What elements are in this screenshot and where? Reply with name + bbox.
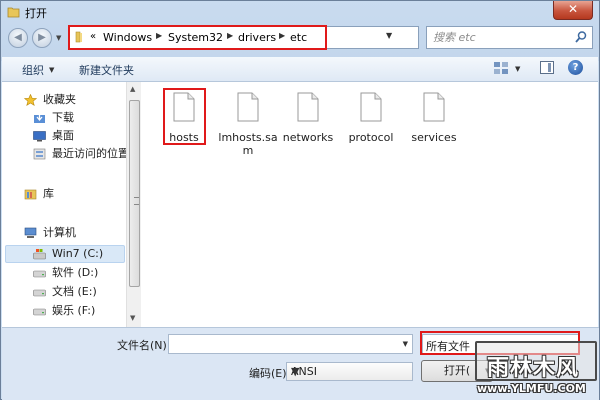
scroll-grip-icon [134, 197, 139, 205]
drive-icon [33, 308, 46, 316]
search-box[interactable] [426, 26, 593, 49]
open-folder-icon [7, 7, 20, 18]
filter-highlight-box [420, 331, 580, 355]
hosts-highlight-box [163, 88, 206, 145]
title-bar[interactable]: 打开 ✕ [1, 1, 599, 23]
file-name: services [411, 131, 457, 144]
scroll-thumb[interactable] [129, 100, 140, 287]
file-list-area[interactable]: hosts lmhosts.sam networks protocol serv… [141, 82, 598, 327]
forward-arrow-icon: ▶ [38, 32, 46, 43]
file-item-protocol[interactable]: protocol [340, 92, 402, 144]
file-icon [423, 92, 445, 122]
drive-icon [33, 270, 46, 278]
desktop-icon [33, 131, 46, 142]
library-icon [24, 189, 37, 200]
sidebar-label: 收藏夹 [43, 93, 76, 106]
sidebar-item-label: 最近访问的位置 [52, 147, 129, 160]
sidebar-item-label: Win7 (C:) [52, 247, 104, 260]
download-folder-icon [34, 113, 45, 123]
file-icon [237, 92, 259, 122]
close-button[interactable]: ✕ [553, 1, 593, 20]
scroll-up-icon[interactable]: ▲ [130, 85, 135, 93]
preview-pane-icon[interactable] [540, 61, 554, 74]
sidebar-label: 库 [43, 187, 54, 200]
organize-dropdown-icon[interactable]: ▼ [49, 66, 54, 74]
sidebar-item-label: 软件 (D:) [52, 266, 99, 279]
sidebar-item-label: 下载 [52, 111, 74, 124]
open-button[interactable]: 打开( [421, 360, 493, 382]
star-icon [24, 94, 37, 106]
sidebar-item-label: 娱乐 (F:) [52, 304, 96, 317]
file-name: networks [282, 131, 334, 144]
new-folder-button[interactable]: 新建文件夹 [79, 62, 134, 78]
back-arrow-icon: ◀ [14, 32, 22, 43]
address-highlight-box [68, 25, 327, 50]
help-icon[interactable]: ? [568, 60, 583, 75]
recent-pages-dropdown-icon[interactable]: ▼ [56, 34, 61, 42]
recent-places-icon [33, 148, 46, 160]
search-input[interactable] [431, 30, 575, 45]
open-split-dropdown-icon[interactable]: ▼ [485, 367, 490, 375]
encoding-dropdown-icon[interactable]: ▼ [291, 365, 408, 378]
file-item-networks[interactable]: networks [277, 92, 339, 144]
view-options-icon[interactable] [493, 61, 509, 75]
forward-button[interactable]: ▶ [32, 28, 52, 48]
address-dropdown-icon[interactable]: ▼ [386, 31, 392, 40]
open-dialog-window: 打开 ✕ ◀ ▶ ▼ « Windows ▶ System32 ▶ driver… [0, 0, 600, 400]
organize-button[interactable]: 组织 [22, 62, 44, 78]
drive-icon [33, 289, 46, 297]
sidebar-item-label: 桌面 [52, 129, 74, 142]
computer-icon [24, 227, 37, 238]
filename-label: 文件名(N): [117, 339, 171, 352]
back-button[interactable]: ◀ [8, 28, 28, 48]
file-item-lmhosts[interactable]: lmhosts.sam [217, 92, 279, 157]
filename-field[interactable]: ▼ [168, 334, 413, 354]
system-drive-icon [33, 249, 46, 260]
scroll-down-icon[interactable]: ▼ [130, 314, 135, 322]
sidebar-item-label: 文档 (E:) [52, 285, 97, 298]
navigation-scrollbar[interactable]: ▲ ▼ [126, 82, 141, 327]
window-title: 打开 [25, 7, 47, 20]
file-icon [297, 92, 319, 122]
navigation-pane: 收藏夹 下载 桌面 最近访问的位置 库 计算机 Win7 (C:) 软件 (D:… [2, 82, 129, 327]
toolbar: 组织 ▼ 新建文件夹 ▼ ? [2, 57, 598, 82]
encoding-select[interactable]: ANSI ▼ [286, 362, 413, 381]
encoding-label: 编码(E): [249, 367, 291, 380]
sidebar-label: 计算机 [43, 226, 76, 239]
search-icon[interactable] [574, 30, 588, 44]
view-dropdown-icon[interactable]: ▼ [515, 65, 520, 73]
file-icon [360, 92, 382, 122]
filename-input[interactable] [169, 335, 393, 353]
file-item-services[interactable]: services [403, 92, 465, 144]
filename-dropdown-icon[interactable]: ▼ [403, 340, 408, 348]
file-name: protocol [348, 131, 394, 144]
file-name: lmhosts.sam [218, 131, 278, 157]
